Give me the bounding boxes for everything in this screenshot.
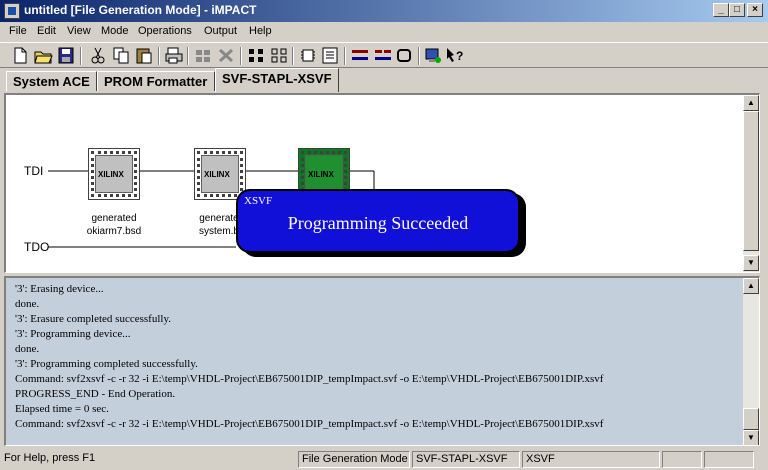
console-text: '3': Erasing device... done. '3': Erasur… xyxy=(15,282,735,432)
console-line: PROGRESS_END - End Operation. xyxy=(15,388,176,400)
toolbar-separator xyxy=(292,47,294,65)
console-line: '3': Erasure completed successfully. xyxy=(15,313,171,325)
toolbar-separator xyxy=(240,47,242,65)
maximize-button[interactable]: □ xyxy=(729,3,745,17)
window-title: untitled [File Generation Mode] - iMPACT xyxy=(24,3,257,17)
svg-text:?: ? xyxy=(456,49,463,63)
popup-message: Programming Succeeded xyxy=(287,213,469,233)
status-tab: SVF-STAPL-XSVF xyxy=(412,451,520,468)
print-icon[interactable] xyxy=(164,46,184,65)
device-1-chip[interactable]: XILINX xyxy=(88,148,140,200)
tab-prom-formatter[interactable]: PROM Formatter xyxy=(97,71,215,91)
tdi-label: TDI xyxy=(24,164,44,178)
mode-tabs: System ACE PROM Formatter SVF-STAPL-XSVF xyxy=(0,68,768,92)
console-line: done. xyxy=(15,298,40,310)
menu-help[interactable]: Help xyxy=(249,25,272,37)
menu-file[interactable]: File xyxy=(9,25,27,37)
status-cell-empty xyxy=(662,451,702,468)
console-scrollbar[interactable]: ▲ ▼ xyxy=(743,278,759,445)
menu-view[interactable]: View xyxy=(67,25,91,37)
scroll-up-button[interactable]: ▲ xyxy=(743,278,759,294)
scroll-thumb[interactable] xyxy=(743,111,759,251)
grid-icon[interactable] xyxy=(246,46,266,65)
status-cell-empty xyxy=(704,451,754,468)
status-format: XSVF xyxy=(522,451,660,468)
device-1-label: generated okiarm7.bsd xyxy=(86,213,142,237)
console-line: Command: svf2xsvf -c -r 32 -i E:\temp\VH… xyxy=(15,418,604,430)
cut-icon[interactable] xyxy=(88,46,108,65)
title-bar: untitled [File Generation Mode] - iMPACT… xyxy=(0,0,768,22)
status-mode: File Generation Mode xyxy=(298,451,410,468)
toolbar-separator xyxy=(344,47,346,65)
scroll-up-button[interactable]: ▲ xyxy=(743,95,759,111)
chain-icon[interactable] xyxy=(193,46,213,65)
popup-title: XSVF xyxy=(244,195,273,207)
new-icon[interactable] xyxy=(10,46,30,65)
tab-system-ace[interactable]: System ACE xyxy=(6,71,97,91)
close-button[interactable]: × xyxy=(747,3,763,17)
grid2-icon[interactable] xyxy=(269,46,289,65)
tdo-label: TDO xyxy=(24,240,50,254)
menu-output[interactable]: Output xyxy=(204,25,237,37)
xilinx-logo: XILINX xyxy=(204,170,230,179)
xilinx-logo: XILINX xyxy=(98,170,124,179)
minimize-button[interactable]: _ xyxy=(713,3,729,17)
boundary-scan-diagram[interactable]: TDI TDO XILINX generated okiarm7.bsd XIL… xyxy=(4,93,760,273)
toolbar-separator xyxy=(80,47,82,65)
scroll-down-button[interactable]: ▼ xyxy=(743,255,759,271)
toolbar: ? xyxy=(0,42,768,68)
status-help-text: For Help, press F1 xyxy=(4,452,96,464)
console-line: '3': Erasing device... xyxy=(15,283,104,295)
console-line: '3': Programming device... xyxy=(15,328,131,340)
copy-icon[interactable] xyxy=(111,46,131,65)
impact-app-icon[interactable] xyxy=(4,3,20,19)
console-line: '3': Programming completed successfully. xyxy=(15,358,198,370)
tab-svf-stapl-xsvf[interactable]: SVF-STAPL-XSVF xyxy=(215,68,339,92)
console-line: Elapsed time = 0 sec. xyxy=(15,403,109,415)
chip-icon[interactable] xyxy=(298,46,318,65)
status-bar: For Help, press F1 File Generation Mode … xyxy=(0,449,768,470)
diagram-scrollbar[interactable]: ▲ ▼ xyxy=(743,95,759,272)
toolbar-separator xyxy=(158,47,160,65)
output-console[interactable]: '3': Erasing device... done. '3': Erasur… xyxy=(4,276,760,446)
programming-status-popup: XSVF Programming Succeeded xyxy=(236,189,520,253)
toolbar-separator xyxy=(418,47,420,65)
console-line: done. xyxy=(15,343,40,355)
menu-edit[interactable]: Edit xyxy=(37,25,56,37)
toolbar-separator xyxy=(187,47,189,65)
console-line: Command: svf2xsvf -c -r 32 -i E:\temp\VH… xyxy=(15,373,604,385)
program-icon[interactable] xyxy=(423,46,443,65)
list-icon[interactable] xyxy=(320,46,340,65)
menu-bar: File Edit View Mode Operations Output He… xyxy=(0,22,768,42)
connect-icon[interactable] xyxy=(350,46,370,65)
chain2-icon[interactable] xyxy=(216,46,236,65)
paste-icon[interactable] xyxy=(134,46,154,65)
scroll-thumb[interactable] xyxy=(743,408,759,430)
disconnect-icon[interactable] xyxy=(373,46,393,65)
device-2-chip[interactable]: XILINX xyxy=(194,148,246,200)
save-icon[interactable] xyxy=(56,46,76,65)
open-icon[interactable] xyxy=(33,46,53,65)
scroll-down-button[interactable]: ▼ xyxy=(743,430,759,445)
help-context-icon[interactable]: ? xyxy=(445,46,465,65)
menu-mode[interactable]: Mode xyxy=(101,25,129,37)
xilinx-logo: XILINX xyxy=(308,170,334,179)
menu-operations[interactable]: Operations xyxy=(138,25,192,37)
cable-icon[interactable] xyxy=(394,46,414,65)
